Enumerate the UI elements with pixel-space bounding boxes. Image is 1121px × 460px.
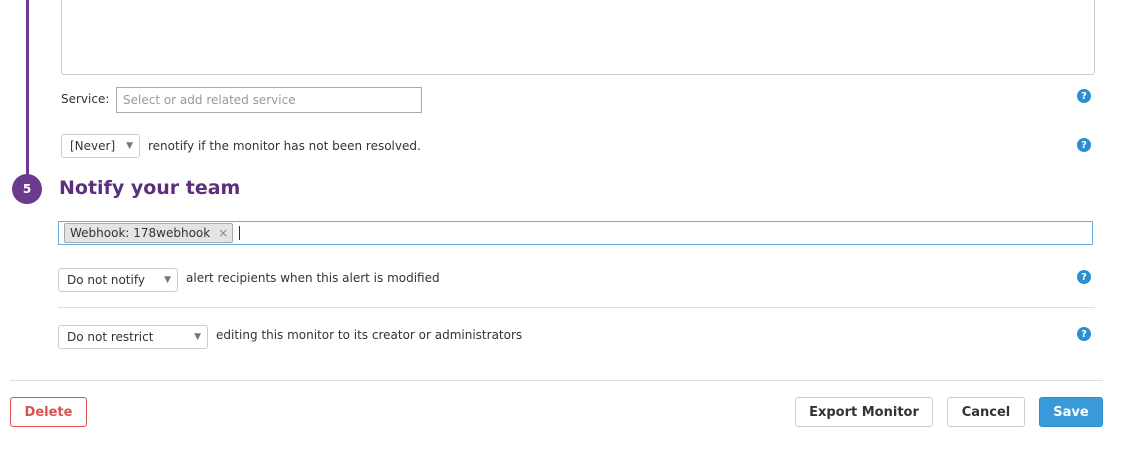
close-icon[interactable]: ×: [218, 226, 228, 240]
help-icon[interactable]: ?: [1077, 270, 1091, 284]
caret-down-icon: ▼: [194, 332, 201, 342]
step-number-badge: 5: [12, 174, 42, 204]
recipient-tag: Webhook: 178webhook ×: [64, 223, 234, 243]
renotify-select-value: [Never]: [70, 139, 116, 153]
recipients-input[interactable]: Webhook: 178webhook ×: [58, 221, 1093, 245]
footer-divider: [10, 380, 1103, 381]
renotify-select[interactable]: [Never] ▼: [61, 134, 140, 158]
save-button[interactable]: Save: [1039, 397, 1103, 427]
section-title: Notify your team: [59, 177, 241, 199]
restrict-select[interactable]: Do not restrict ▼: [58, 325, 208, 349]
notify-on-modify-description: alert recipients when this alert is modi…: [186, 271, 440, 285]
caret-down-icon: ▼: [126, 141, 133, 151]
export-monitor-button[interactable]: Export Monitor: [795, 397, 933, 427]
help-icon[interactable]: ?: [1077, 138, 1091, 152]
caret-down-icon: ▼: [164, 275, 171, 285]
notify-on-modify-value: Do not notify: [67, 273, 145, 287]
restrict-select-value: Do not restrict: [67, 330, 154, 344]
notify-on-modify-select[interactable]: Do not notify ▼: [58, 268, 178, 292]
recipient-tag-label: Webhook: 178webhook: [70, 226, 211, 240]
service-label: Service:: [61, 92, 110, 106]
section-divider: [58, 307, 1095, 308]
step-timeline-line: [26, 0, 29, 176]
text-cursor: [239, 226, 241, 240]
renotify-description: renotify if the monitor has not been res…: [148, 139, 421, 153]
delete-button[interactable]: Delete: [10, 397, 87, 427]
message-textarea[interactable]: [61, 0, 1095, 75]
service-input[interactable]: [116, 87, 422, 113]
help-icon[interactable]: ?: [1077, 327, 1091, 341]
help-icon[interactable]: ?: [1077, 89, 1091, 103]
cancel-button[interactable]: Cancel: [947, 397, 1025, 427]
restrict-description: editing this monitor to its creator or a…: [216, 328, 523, 342]
